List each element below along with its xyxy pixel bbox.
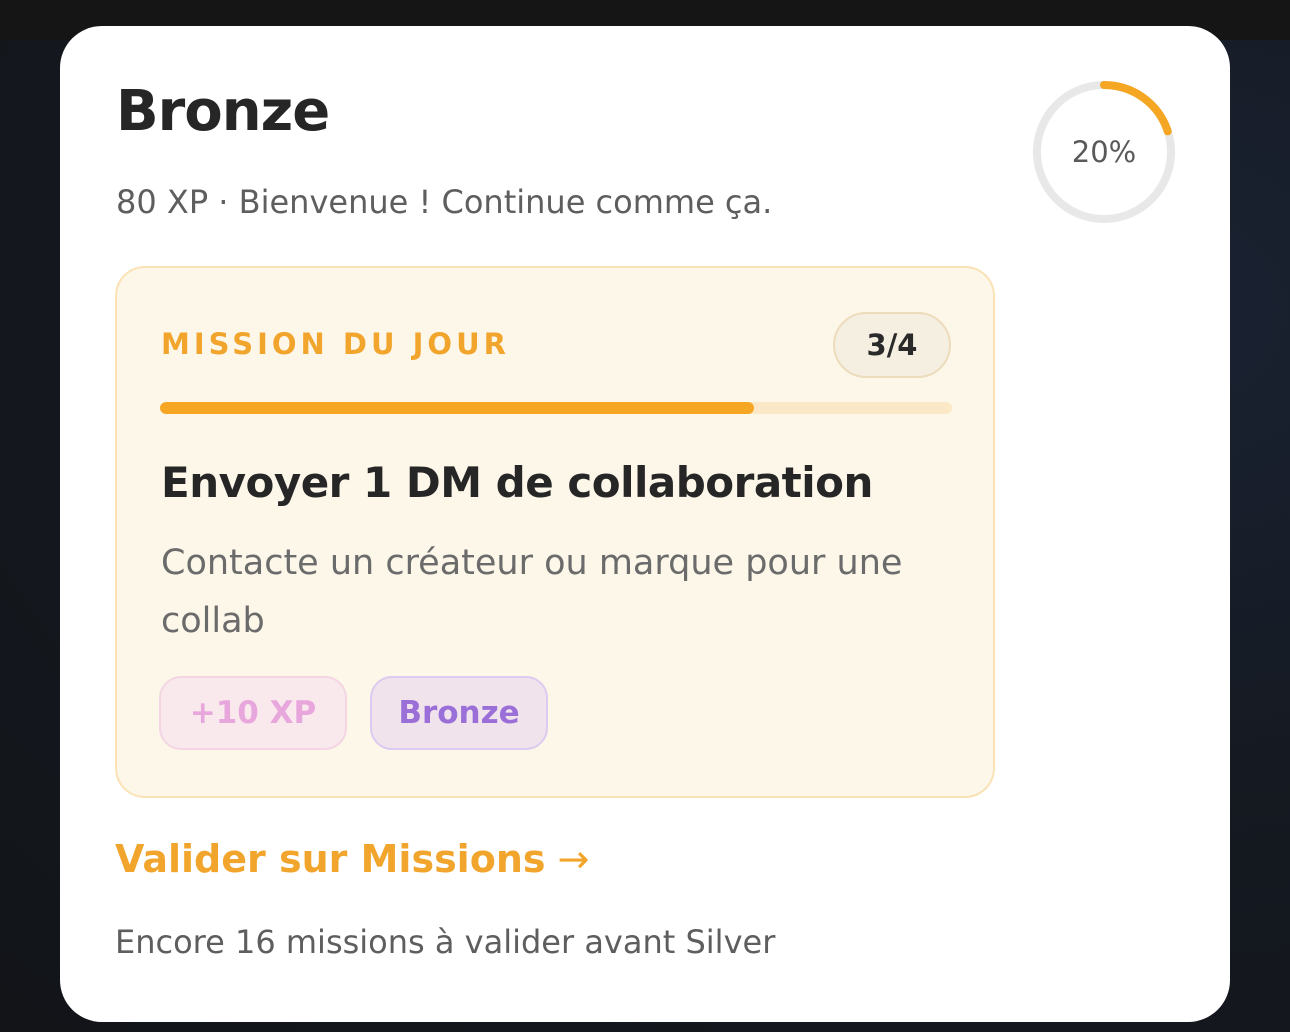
progress-percent: 20%: [1071, 135, 1137, 169]
daily-mission-card: MISSION DU JOUR 3/4 Envoyer 1 DM de coll…: [115, 266, 995, 798]
level-progress-ring: 20%: [1032, 80, 1176, 224]
missions-remaining-note: Encore 16 missions à valider avant Silve…: [115, 923, 776, 961]
mission-description: Contacte un créateur ou marque pour une …: [161, 543, 903, 641]
tier-tag: Bronze: [370, 676, 548, 750]
mission-progress-fill: [160, 402, 754, 414]
mission-title: Envoyer 1 DM de collaboration: [161, 458, 873, 507]
xp-reward-tag: +10 XP: [159, 676, 347, 750]
level-card: Bronze 80 XP · Bienvenue ! Continue comm…: [60, 26, 1230, 1022]
validate-missions-link[interactable]: Valider sur Missions →: [115, 840, 589, 878]
arrow-right-icon: →: [557, 837, 590, 881]
mission-section-label: MISSION DU JOUR: [161, 327, 510, 361]
validate-missions-label: Valider sur Missions: [115, 837, 546, 881]
mission-count-badge: 3/4: [833, 312, 951, 378]
level-subtitle: 80 XP · Bienvenue ! Continue comme ça.: [116, 183, 773, 221]
level-title: Bronze: [116, 79, 330, 144]
mission-progress-bar: [160, 402, 952, 414]
